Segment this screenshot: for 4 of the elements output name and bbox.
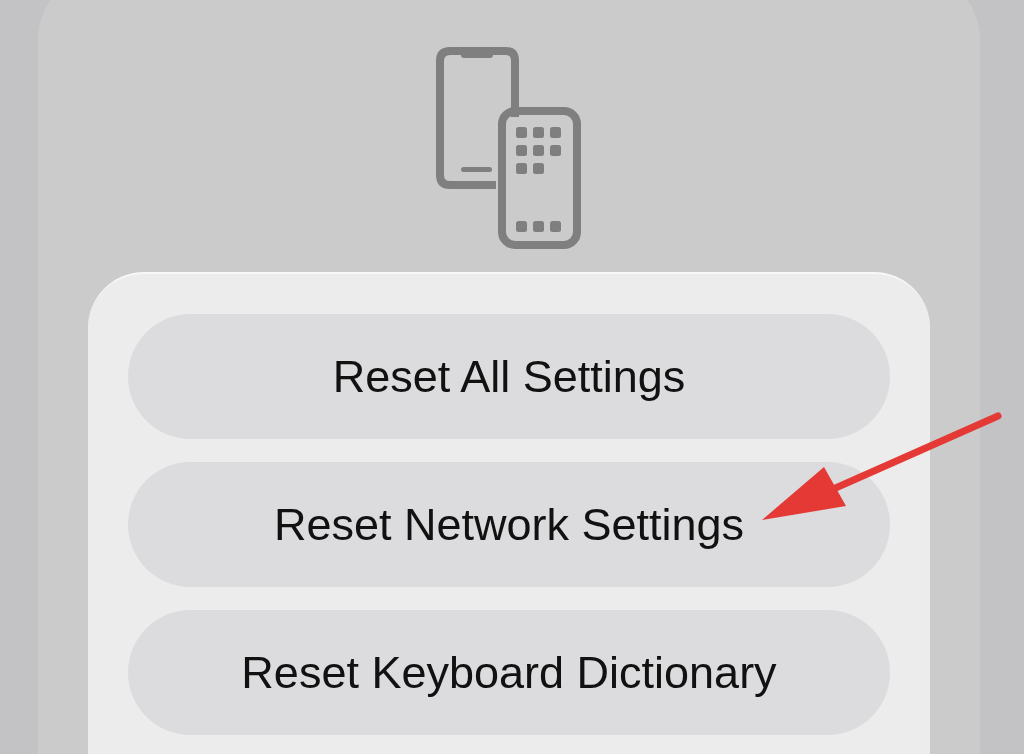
phones-icon — [434, 45, 584, 250]
reset-option-button[interactable]: Reset Network Settings — [128, 462, 890, 587]
reset-option-button[interactable]: Reset All Settings — [128, 314, 890, 439]
reset-option-button[interactable]: Reset Keyboard Dictionary — [128, 610, 890, 735]
